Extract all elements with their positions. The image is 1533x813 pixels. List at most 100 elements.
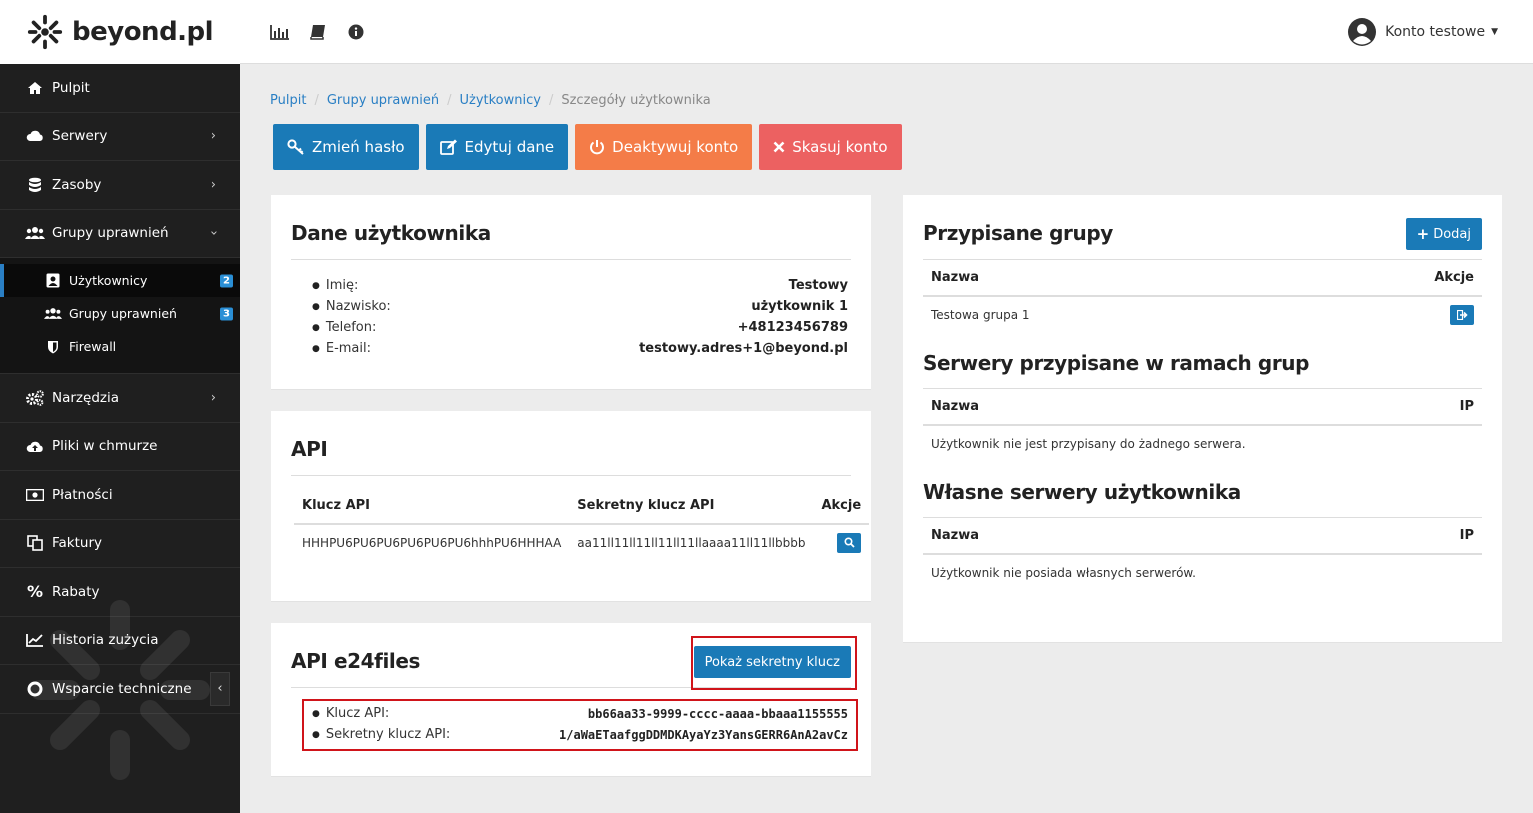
count-badge: 2 <box>220 274 233 287</box>
empty-message: Użytkownik nie jest przypisany do żadneg… <box>931 436 1246 451</box>
column-header: Sekretny klucz API <box>569 488 814 525</box>
sidebar-item-label: Serwery <box>52 128 108 145</box>
button-label: Dodaj <box>1433 226 1471 242</box>
group-servers-table: Nazwa IP Użytkownik nie jest przypisany … <box>923 389 1482 461</box>
sidebar-submenu: Użytkownicy 2 Grupy uprawnień 3 Firewall <box>0 258 240 374</box>
table-row: Testowa grupa 1 <box>923 296 1482 332</box>
sidebar: beyond.pl Pulpit Serwery › Zasoby › Grup… <box>0 0 240 813</box>
chevron-right-icon: › <box>210 128 216 144</box>
column-header: Nazwa <box>923 260 1300 297</box>
action-buttons: Zmień hasło Edytuj dane Deaktywuj konto … <box>273 124 902 170</box>
sidebar-item-grupy[interactable]: Grupy uprawnień 3 <box>0 297 240 330</box>
copy-icon <box>25 534 45 552</box>
key-icon <box>287 139 305 155</box>
cogs-icon <box>25 389 45 407</box>
deactivate-account-button[interactable]: Deaktywuj konto <box>575 124 753 170</box>
breadcrumb-separator: / <box>447 93 452 108</box>
breadcrumb-separator: / <box>314 93 319 108</box>
add-group-button[interactable]: + Dodaj <box>1405 218 1482 250</box>
chevron-right-icon: › <box>210 390 216 406</box>
sidebar-item-label: Grupy uprawnień <box>52 225 169 242</box>
delete-account-button[interactable]: Skasuj konto <box>759 124 902 170</box>
sidebar-item-firewall[interactable]: Firewall <box>0 330 240 363</box>
list-item: E-mail:testowy.adres+1@beyond.pl <box>312 338 848 359</box>
remove-group-button[interactable] <box>1450 304 1474 325</box>
sidebar-item-platnosci[interactable]: Płatności <box>0 471 240 520</box>
topbar: Konto testowe ▼ <box>240 0 1533 64</box>
panel-title: Dane użytkownika <box>291 221 491 245</box>
table-row: HHHPU6PU6PU6PU6PU6PU6hhhPU6HHHAA aa11ll1… <box>294 524 869 560</box>
info-icon[interactable] <box>346 22 366 42</box>
breadcrumb-separator: / <box>548 93 554 108</box>
breadcrumb-link[interactable]: Grupy uprawnień <box>327 93 439 108</box>
edit-data-button[interactable]: Edytuj dane <box>425 124 569 170</box>
user-fields: Imię:Testowy Nazwisko:użytkownik 1 Telef… <box>291 260 851 359</box>
panel-title: API <box>291 437 328 461</box>
table-header-row: Klucz API Sekretny klucz API Akcje <box>294 488 870 525</box>
groups-table: Nazwa Akcje Testowa grupa 1 <box>923 260 1482 332</box>
actions-cell <box>1299 296 1482 332</box>
column-header: Nazwa <box>923 389 1303 426</box>
book-icon[interactable] <box>308 22 328 42</box>
list-item: Imię:Testowy <box>312 275 848 296</box>
table-header-row: Nazwa IP <box>923 518 1482 555</box>
highlight-box <box>691 636 857 690</box>
highlight-box <box>302 699 858 751</box>
sidebar-item-label: Zasoby <box>52 176 102 193</box>
section-title: Własne serwery użytkownika <box>923 480 1241 504</box>
sidebar-item-zasoby[interactable]: Zasoby › <box>0 161 240 210</box>
button-label: Deaktywuj konto <box>612 138 739 156</box>
sidebar-item-narzedzia[interactable]: Narzędzia › <box>0 374 240 423</box>
table-header-row: Nazwa Akcje <box>923 260 1482 297</box>
account-dropdown[interactable]: Konto testowe ▼ <box>1347 17 1498 47</box>
table-row: Użytkownik nie posiada własnych serwerów… <box>923 554 1482 590</box>
list-item: Nazwisko:użytkownik 1 <box>312 296 848 317</box>
api-secret-cell: aa11ll11ll11ll11ll11llaaaa11ll11llbbbb <box>577 535 806 550</box>
column-header: Klucz API <box>294 488 570 525</box>
button-label: Zmień hasło <box>312 138 405 156</box>
api-table: Klucz API Sekretny klucz API Akcje HHHPU… <box>294 488 870 560</box>
power-icon <box>589 139 605 155</box>
button-label: Edytuj dane <box>464 138 555 156</box>
panel-title: Przypisane grupy <box>923 221 1113 245</box>
users-icon <box>44 306 62 322</box>
sidebar-item-grupy-uprawnien[interactable]: Grupy uprawnień › <box>0 210 240 258</box>
users-icon <box>25 224 45 242</box>
column-header: Akcje <box>813 488 870 525</box>
user-circle-icon <box>1348 18 1377 46</box>
sidebar-item-label: Pulpit <box>52 79 90 96</box>
logo-icon <box>27 14 63 50</box>
sidebar-item-serwery[interactable]: Serwery › <box>0 113 240 161</box>
breadcrumb-link[interactable]: Pulpit <box>270 93 306 108</box>
bar-chart-icon[interactable] <box>270 22 290 42</box>
group-name-cell: Testowa grupa 1 <box>931 307 1030 322</box>
sidebar-item-label: Firewall <box>69 339 117 354</box>
chevron-right-icon: › <box>210 177 216 193</box>
sidebar-item-pliki[interactable]: Pliki w chmurze <box>0 423 240 471</box>
column-header: Akcje <box>1299 260 1482 297</box>
count-badge: 3 <box>220 307 233 320</box>
sidebar-item-label: Użytkownicy <box>69 273 148 288</box>
button-label: Skasuj konto <box>792 138 888 156</box>
api-panel: API Klucz API Sekretny klucz API Akcje H… <box>271 411 871 602</box>
caret-down-icon: ▼ <box>1491 27 1498 37</box>
money-icon <box>25 486 45 504</box>
cloud-icon <box>25 127 45 145</box>
api-key-cell: HHHPU6PU6PU6PU6PU6PU6hhhPU6HHHAA <box>302 535 562 550</box>
chevron-down-icon: › <box>205 230 221 236</box>
column-header: Nazwa <box>923 518 1303 555</box>
own-servers-table: Nazwa IP Użytkownik nie posiada własnych… <box>923 518 1482 590</box>
groups-panel: Przypisane grupy + Dodaj Nazwa Akcje Tes… <box>903 195 1502 643</box>
sidebar-item-uzytkownicy[interactable]: Użytkownicy 2 <box>0 264 240 297</box>
breadcrumb-link[interactable]: Użytkownicy <box>459 93 540 108</box>
user-data-panel: Dane użytkownika Imię:Testowy Nazwisko:u… <box>271 195 871 390</box>
sidebar-item-faktury[interactable]: Faktury <box>0 520 240 568</box>
change-password-button[interactable]: Zmień hasło <box>273 124 419 170</box>
sidebar-item-pulpit[interactable]: Pulpit <box>0 64 240 113</box>
brand-logo[interactable]: beyond.pl <box>0 0 240 64</box>
table-header-row: Nazwa IP <box>923 389 1482 426</box>
database-icon <box>25 176 45 194</box>
search-button[interactable] <box>837 532 862 553</box>
plus-icon: + <box>1416 225 1430 243</box>
user-card-icon <box>44 273 62 289</box>
